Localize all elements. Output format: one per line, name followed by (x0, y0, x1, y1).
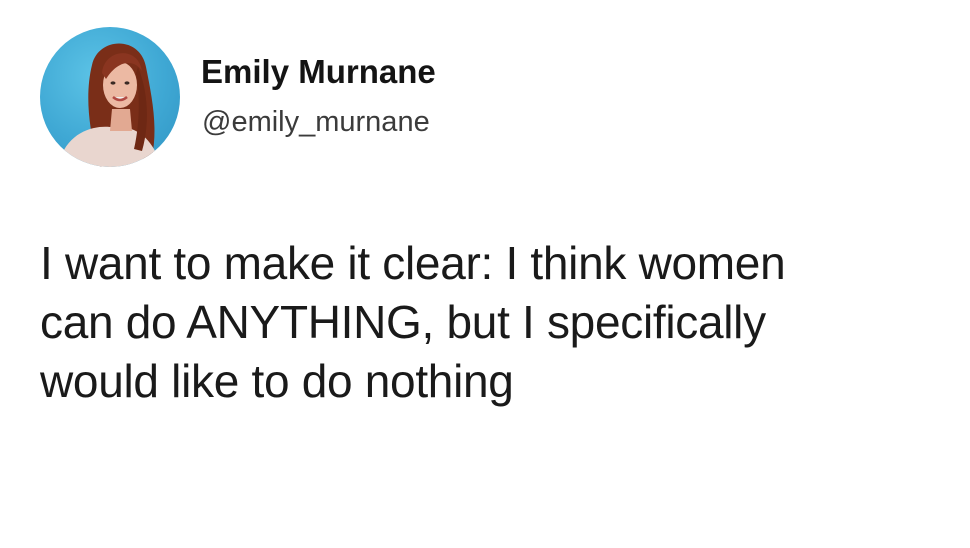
avatar[interactable] (40, 27, 180, 167)
tweet-card: Emily Murnane @emily_murnane I want to m… (0, 0, 970, 548)
user-handle[interactable]: @emily_murnane (202, 104, 430, 140)
display-name[interactable]: Emily Murnane (201, 52, 436, 92)
profile-photo-icon (58, 43, 162, 167)
tweet-text-line: can do ANYTHING, but I specifically (40, 296, 766, 348)
tweet-text-line: would like to do nothing (40, 355, 514, 407)
tweet-text: I want to make it clear: I think women c… (40, 234, 950, 411)
tweet-text-line: I want to make it clear: I think women (40, 237, 786, 289)
